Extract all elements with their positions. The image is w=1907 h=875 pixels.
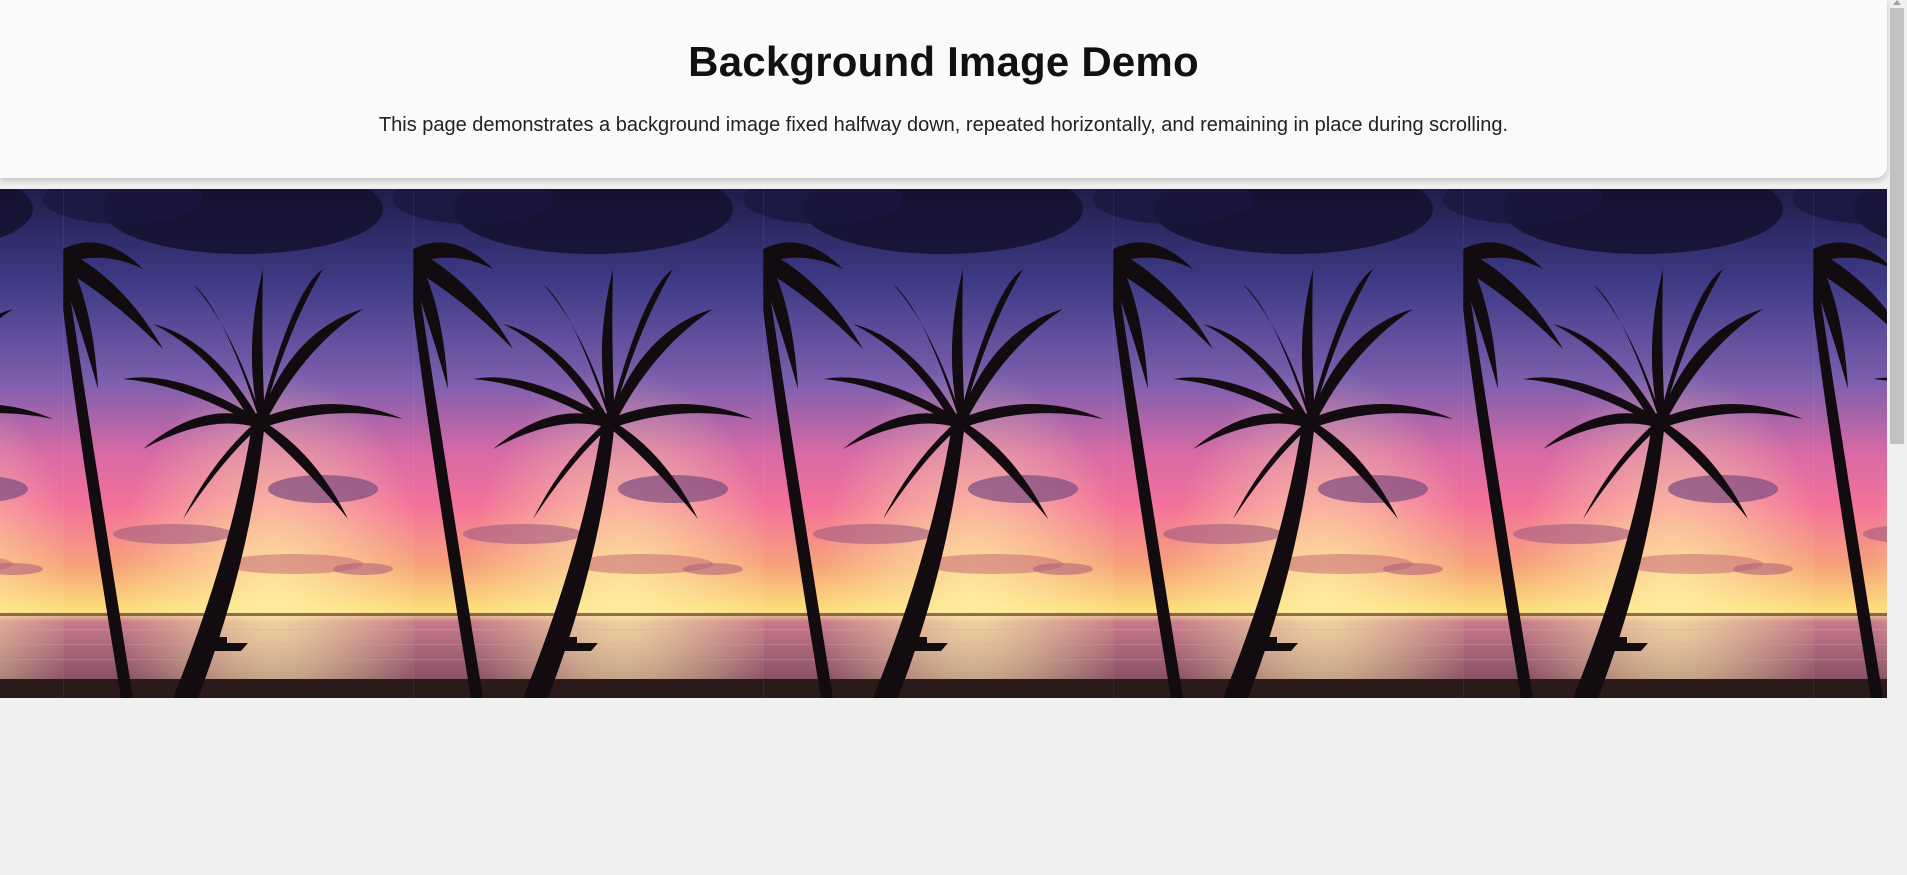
page-description: This page demonstrates a background imag… — [378, 114, 1509, 136]
vertical-scrollbar[interactable] — [1887, 0, 1907, 875]
page-title: Background Image Demo — [688, 38, 1199, 85]
scroll-up-arrow-icon[interactable] — [1893, 0, 1901, 5]
scrollbar-thumb[interactable] — [1890, 8, 1904, 444]
background-image-banner — [0, 189, 1887, 698]
page-header: Background Image Demo This page demonstr… — [0, 0, 1887, 178]
background-image — [0, 189, 1887, 698]
